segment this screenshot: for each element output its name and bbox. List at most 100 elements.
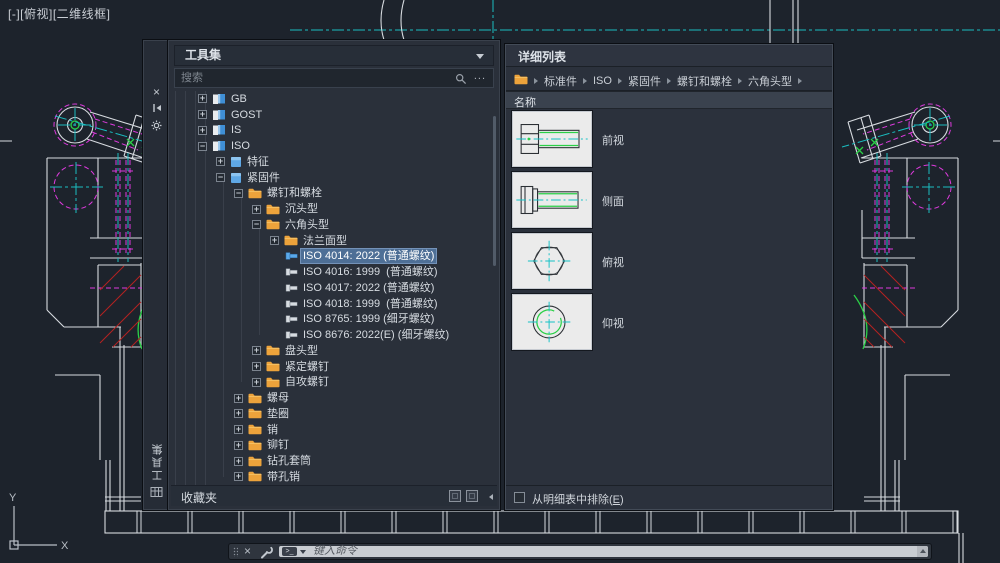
tree-item[interactable]: +盘头型 [170,343,498,359]
command-dropdown-icon[interactable] [300,550,306,554]
tree-item[interactable]: +法兰面型 [170,233,498,249]
command-prompt-icon[interactable]: >_ [282,547,297,556]
favorites-view1-icon[interactable] [449,490,461,502]
tree-item-label: 带孔销 [267,470,300,484]
tree-item[interactable]: +销 [170,422,498,438]
palette-close-icon[interactable]: × [144,85,169,101]
expand-toggle[interactable]: + [198,110,207,119]
favorites-collapse-icon[interactable] [489,494,493,500]
view-thumbnail[interactable] [512,111,592,167]
view-thumbnail[interactable] [512,294,592,350]
tree-item[interactable]: + 带孔销 [170,469,498,485]
breadcrumb-item[interactable]: 紧固件 [628,73,661,89]
tree-item[interactable]: − 六角头型 [170,217,498,233]
folder-icon [248,393,262,404]
dock-drag-handle[interactable] [233,547,238,557]
view-thumbnail[interactable] [512,233,592,289]
tree-item[interactable]: + GOST [170,107,498,123]
expand-toggle[interactable]: + [252,346,261,355]
exclude-label: 从明细表中排除(E) [532,491,624,507]
bolt-icon [285,251,298,261]
expand-toggle[interactable]: − [234,189,243,198]
palette-header[interactable]: 工具集 [174,45,494,66]
tree-item[interactable]: +螺母 [170,390,498,406]
tree-item[interactable]: +垫圈 [170,406,498,422]
view-row[interactable]: 侧面 [506,170,832,231]
expand-toggle[interactable]: + [234,409,243,418]
tree-item[interactable]: +钻孔套筒 [170,453,498,469]
view-row[interactable]: 前视 [506,109,832,170]
expand-toggle[interactable]: + [270,236,279,245]
tree-item[interactable]: ISO 8765: 1999 (细牙螺纹) [170,312,498,328]
viewport-view-button[interactable]: [俯视] [20,7,53,21]
palette-properties-gear-icon[interactable] [144,120,169,136]
tree-item[interactable]: +IS [170,123,498,139]
expand-toggle[interactable]: + [234,394,243,403]
expand-toggle[interactable]: + [198,126,207,135]
detail-title-bar: 详细列表 [506,45,832,67]
tree-item[interactable]: ISO 4018: 1999 (普通螺纹) [170,296,498,312]
exclude-checkbox[interactable] [514,492,525,503]
folder-icon [248,456,262,467]
tree-item[interactable]: − 螺钉和螺栓 [170,186,498,202]
breadcrumb-item[interactable]: 螺钉和螺栓 [677,73,732,89]
tree-item-label: 螺钉和螺栓 [267,186,322,200]
viewport-menu-button[interactable]: [-] [8,7,20,21]
tree-item[interactable]: ISO 8676: 2022(E) (细牙螺纹) [170,327,498,343]
view-thumbnail[interactable] [512,172,592,228]
breadcrumb-arrow-icon [583,78,587,84]
search-options-button[interactable]: ... [474,70,486,82]
view-row[interactable]: 仰视 [506,292,832,353]
expand-toggle[interactable]: + [252,362,261,371]
tree-item[interactable]: +GB [170,91,498,107]
tree-item-label: 铆钉 [267,438,289,452]
tree-item[interactable]: +自攻螺钉 [170,375,498,391]
folder-icon [266,345,280,356]
chevron-down-icon[interactable] [476,54,484,59]
command-input[interactable]: >_ 键入命令 [279,546,928,557]
expand-toggle[interactable]: + [234,472,243,481]
expand-toggle[interactable]: + [252,205,261,214]
tree-item[interactable]: ISO 4017: 2022 (普通螺纹) [170,280,498,296]
tree-item[interactable]: + 铆钉 [170,438,498,454]
view-row[interactable]: 俯视 [506,231,832,292]
tree-item[interactable]: ISO 4014: 2022 (普通螺纹) [170,249,498,265]
favorites-view2-icon[interactable] [466,490,478,502]
tree-item[interactable]: +紧定螺钉 [170,359,498,375]
search-icon[interactable] [455,72,467,90]
column-header-row[interactable]: 名称 [506,91,832,109]
application-window: X Y [-][俯视][二维线框] × 工具集 工具集 ... [0,0,1000,563]
expand-toggle[interactable]: − [252,220,261,229]
breadcrumb-item[interactable]: 六角头型 [748,73,792,89]
tree-item-label: GOST [231,108,262,122]
expand-toggle[interactable]: + [198,94,207,103]
tree-item-label: ISO 4017: 2022 (普通螺纹) [303,281,434,295]
viewport-style-button[interactable]: [二维线框] [53,7,111,21]
tree-item-label: ISO 4018: 1999 (普通螺纹) [303,297,438,311]
tree-scrollbar[interactable] [493,116,496,266]
expand-toggle[interactable]: + [216,157,225,166]
breadcrumb-item[interactable]: 标准件 [544,73,577,89]
command-scrollbar[interactable] [917,546,928,557]
part-category-icon [230,156,242,168]
expand-toggle[interactable]: + [234,425,243,434]
expand-toggle[interactable]: + [234,441,243,450]
tree-item[interactable]: − ISO [170,138,498,154]
palette-autohide-icon[interactable] [144,102,169,118]
expand-toggle[interactable]: − [216,173,225,182]
expand-toggle[interactable]: + [252,378,261,387]
expand-toggle[interactable]: + [234,457,243,466]
wrench-icon[interactable] [260,546,273,563]
tree-item-label: 六角头型 [285,218,329,232]
tree-item[interactable]: ISO 4016: 1999 (普通螺纹) [170,264,498,280]
expand-toggle[interactable]: − [198,142,207,151]
tree-item[interactable]: −紧固件 [170,170,498,186]
tree-item-label: ISO [231,139,250,153]
breadcrumb-item[interactable]: ISO [593,75,612,87]
viewport-controls: [-][俯视][二维线框] [8,5,111,22]
dock-close-icon[interactable]: × [244,544,251,559]
tree-item[interactable]: +沉头型 [170,201,498,217]
breadcrumb-arrow-icon [534,78,538,84]
tree-item[interactable]: +特征 [170,154,498,170]
search-input[interactable] [181,70,447,86]
